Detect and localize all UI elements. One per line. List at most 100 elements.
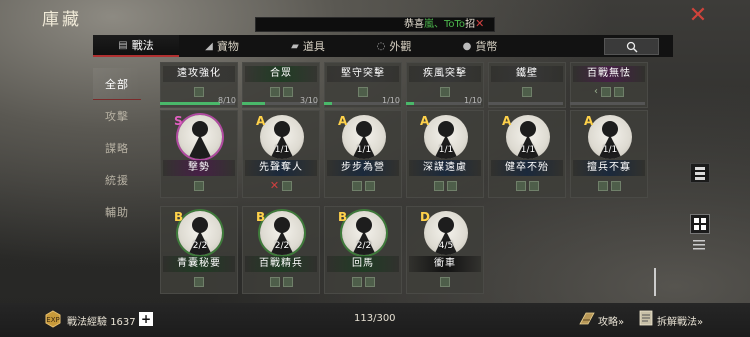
news-ticker: 恭喜嵐、ToTo招✕ bbox=[255, 17, 495, 32]
news-close-icon[interactable]: ✕ bbox=[475, 18, 484, 30]
tab-treasure[interactable]: ◢ 寶物 bbox=[179, 35, 265, 57]
tactic-count: 1/1 bbox=[520, 145, 536, 155]
guide-icon bbox=[579, 312, 595, 325]
side-item-attack[interactable]: 攻擊 bbox=[93, 100, 141, 132]
progress-fill bbox=[160, 102, 220, 105]
general-portrait bbox=[178, 115, 222, 159]
progress-fill bbox=[242, 102, 265, 105]
view-grid-button[interactable] bbox=[690, 214, 710, 234]
side-item-all[interactable]: 全部 bbox=[93, 68, 141, 100]
tactic-card[interactable]: S 撃勢 bbox=[160, 110, 238, 198]
progress-text: 8/10 bbox=[218, 96, 236, 105]
tactic-count: 2/2 bbox=[274, 241, 290, 251]
tactic-name: 青囊秘要 bbox=[163, 256, 235, 272]
tactic-count: 1/1 bbox=[356, 145, 372, 155]
unit-icon bbox=[269, 87, 280, 97]
view-list-button[interactable] bbox=[690, 163, 710, 183]
page-title: 庫藏 bbox=[42, 10, 82, 30]
unit-icon bbox=[282, 87, 293, 97]
tactic-card[interactable]: B 2/2 百戰精兵 bbox=[242, 206, 320, 294]
tactic-card[interactable]: A 1/1 深謀遠慮 bbox=[406, 110, 484, 198]
menu-lines-button[interactable] bbox=[690, 236, 710, 250]
progress-fill bbox=[324, 102, 332, 105]
tab-label: 外觀 bbox=[389, 40, 412, 53]
side-item-command[interactable]: 統援 bbox=[93, 164, 141, 196]
tactic-name: 步步為營 bbox=[327, 160, 399, 176]
tab-label: 道具 bbox=[302, 40, 325, 53]
close-icon[interactable]: ✕ bbox=[686, 5, 710, 29]
tactic-name: 回馬 bbox=[327, 256, 399, 272]
currency-icon: ● bbox=[462, 40, 472, 52]
grade-badge: A bbox=[584, 114, 594, 128]
unit-icon bbox=[610, 181, 621, 191]
tactic-name: 堅守突擊 bbox=[327, 66, 399, 82]
grade-badge: B bbox=[338, 210, 348, 224]
tactic-card[interactable]: A 1/1 健卒不殆 bbox=[488, 110, 566, 198]
tactic-name: 健卒不殆 bbox=[491, 160, 563, 176]
side-item-support[interactable]: 輔助 bbox=[93, 196, 141, 228]
grade-badge: B bbox=[256, 210, 266, 224]
tactic-name: 遠攻強化 bbox=[163, 66, 235, 82]
unit-icon bbox=[358, 87, 368, 97]
unit-icon bbox=[269, 277, 280, 287]
tactic-count: 1/1 bbox=[602, 145, 618, 155]
page-counter: 113/300 bbox=[354, 313, 396, 324]
unit-icon bbox=[433, 181, 444, 191]
tab-currency[interactable]: ● 貨幣 bbox=[437, 35, 523, 57]
unit-icon bbox=[364, 181, 375, 191]
progress-fill bbox=[406, 102, 414, 105]
unit-icon bbox=[528, 181, 539, 191]
tactic-name: 合眾 bbox=[245, 66, 317, 82]
guide-link[interactable]: 攻略» bbox=[598, 313, 624, 328]
unit-icon bbox=[194, 87, 204, 97]
unit-icon bbox=[440, 87, 450, 97]
add-exp-button[interactable]: + bbox=[139, 312, 153, 326]
unit-icon bbox=[194, 277, 204, 287]
grid-view-icon bbox=[694, 218, 706, 230]
tab-label: 寶物 bbox=[216, 40, 239, 53]
tab-bar: ▤ 戰法 ◢ 寶物 ▰ 道具 ◌ 外觀 ● 貨幣 bbox=[93, 35, 673, 57]
appearance-icon: ◌ bbox=[376, 40, 386, 52]
tactic-card[interactable]: A 1/1 擅兵不寡 bbox=[570, 110, 648, 198]
tab-label: 貨幣 bbox=[475, 40, 498, 53]
tactic-card[interactable]: D 4/5 衝車 bbox=[406, 206, 484, 294]
tactic-name: 疾風突擊 bbox=[409, 66, 481, 82]
tactics-icon: ▤ bbox=[118, 39, 128, 51]
tab-tactics[interactable]: ▤ 戰法 bbox=[93, 35, 179, 57]
unit-icon bbox=[282, 181, 293, 191]
tactic-name: 鐵壁 bbox=[491, 66, 563, 82]
tactic-card[interactable]: B 2/2 青囊秘要 bbox=[160, 206, 238, 294]
side-item-strategy[interactable]: 謀略 bbox=[93, 132, 141, 164]
dismantle-link[interactable]: 拆解戰法» bbox=[657, 313, 703, 328]
tactic-count: 4/5 bbox=[438, 241, 454, 251]
tab-appearance[interactable]: ◌ 外觀 bbox=[351, 35, 437, 57]
tactic-name: 深謀遠慮 bbox=[409, 160, 481, 176]
progress-bar bbox=[488, 102, 563, 105]
menu-icon bbox=[693, 240, 705, 250]
tactic-card[interactable]: A 1/1 先聲奪人 ✕ bbox=[242, 110, 320, 198]
grade-badge: A bbox=[256, 114, 266, 128]
tactic-card[interactable]: B 2/2 回馬 bbox=[324, 206, 402, 294]
treasure-icon: ◢ bbox=[205, 40, 213, 52]
grade-badge: D bbox=[420, 210, 430, 224]
tactic-name: 衝車 bbox=[409, 256, 481, 272]
tab-label: 戰法 bbox=[131, 39, 154, 52]
chevron-icon: ‹ bbox=[594, 86, 598, 97]
cross-icon: ✕ bbox=[269, 179, 280, 192]
exp-value: 1637 bbox=[110, 317, 136, 328]
unit-icon bbox=[597, 181, 608, 191]
scrollbar[interactable] bbox=[654, 268, 656, 296]
unit-icon bbox=[364, 277, 375, 287]
tactic-name: 百戰精兵 bbox=[245, 256, 317, 272]
search-button[interactable] bbox=[604, 38, 659, 55]
progress-bar bbox=[570, 102, 645, 105]
progress-text: 1/10 bbox=[464, 96, 482, 105]
tactic-count: 1/1 bbox=[438, 145, 454, 155]
news-highlight: 嵐、ToTo bbox=[424, 19, 466, 30]
tab-items[interactable]: ▰ 道具 bbox=[265, 35, 351, 57]
tactic-name: 擅兵不寡 bbox=[573, 160, 645, 176]
exp-book-icon: EXP bbox=[45, 310, 61, 328]
unit-icon bbox=[522, 87, 532, 97]
tactic-card[interactable]: A 1/1 步步為營 bbox=[324, 110, 402, 198]
grade-badge: S bbox=[174, 114, 183, 128]
